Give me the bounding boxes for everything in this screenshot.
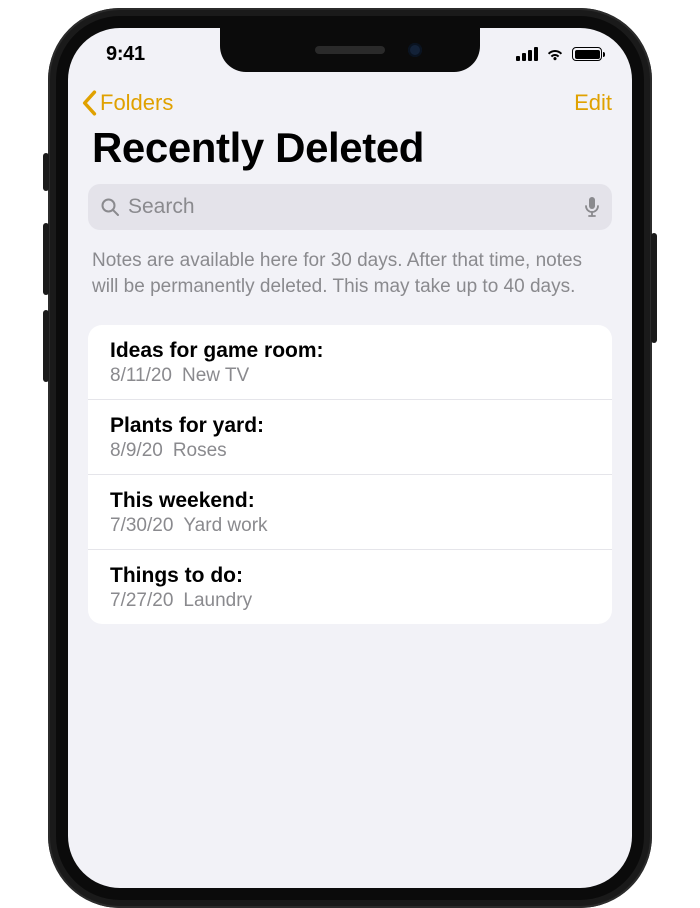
front-camera	[408, 43, 422, 57]
note-title: This weekend:	[110, 489, 590, 513]
back-label: Folders	[100, 90, 173, 116]
status-time: 9:41	[106, 43, 145, 66]
battery-icon	[572, 47, 602, 61]
page-title: Recently Deleted	[68, 120, 632, 184]
volume-up-button	[43, 223, 49, 295]
note-title: Plants for yard:	[110, 414, 590, 438]
status-icons	[516, 47, 602, 62]
mute-switch	[43, 153, 49, 191]
chevron-left-icon	[80, 90, 98, 116]
note-title: Ideas for game room:	[110, 339, 590, 363]
volume-down-button	[43, 310, 49, 382]
search-placeholder: Search	[128, 195, 576, 219]
wifi-icon	[545, 47, 565, 62]
notes-list: Ideas for game room: 8/11/20New TV Plant…	[88, 325, 612, 624]
power-button	[651, 233, 657, 343]
search-icon	[100, 197, 120, 217]
note-subtitle: 7/30/20Yard work	[110, 515, 590, 537]
list-item[interactable]: Things to do: 7/27/20Laundry	[88, 550, 612, 624]
list-item[interactable]: Ideas for game room: 8/11/20New TV	[88, 325, 612, 400]
cellular-signal-icon	[516, 47, 538, 61]
note-subtitle: 7/27/20Laundry	[110, 590, 590, 612]
navigation-bar: Folders Edit	[68, 84, 632, 120]
list-item[interactable]: This weekend: 7/30/20Yard work	[88, 475, 612, 550]
speaker-grille	[315, 46, 385, 54]
back-button[interactable]: Folders	[80, 90, 173, 116]
edit-button[interactable]: Edit	[574, 90, 612, 116]
phone-frame: 9:41	[48, 8, 652, 908]
info-text: Notes are available here for 30 days. Af…	[68, 230, 632, 325]
note-subtitle: 8/11/20New TV	[110, 365, 590, 387]
note-title: Things to do:	[110, 564, 590, 588]
microphone-icon[interactable]	[584, 196, 600, 218]
notch	[220, 28, 480, 72]
list-item[interactable]: Plants for yard: 8/9/20Roses	[88, 400, 612, 475]
search-input[interactable]: Search	[88, 184, 612, 230]
phone-screen: 9:41	[68, 28, 632, 888]
note-subtitle: 8/9/20Roses	[110, 440, 590, 462]
